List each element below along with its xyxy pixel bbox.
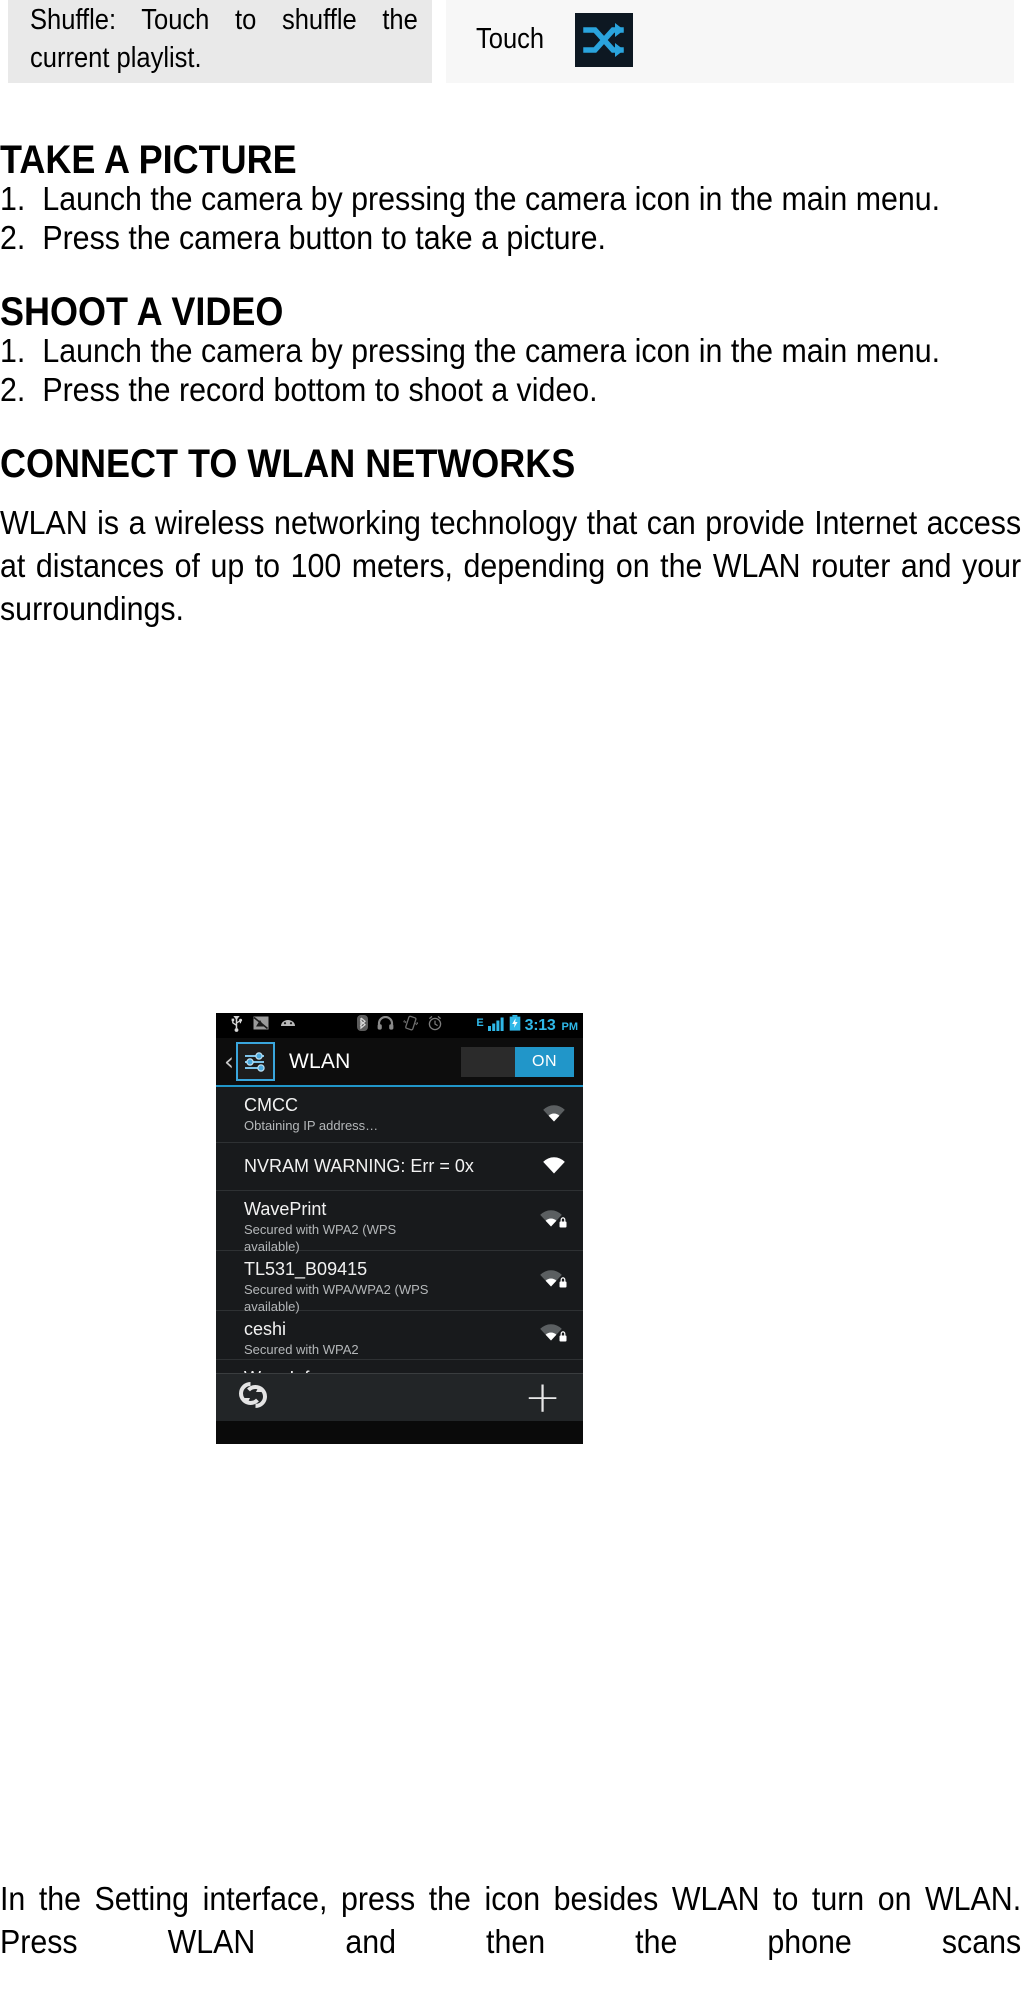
back-chevron-icon[interactable]: ‹: [224, 1049, 234, 1074]
list-item-text: Press the camera button to take a pictur…: [42, 218, 606, 256]
wlan-toggle[interactable]: ON: [461, 1046, 574, 1077]
list-item[interactable]: ceshi Secured with WPA2: [216, 1311, 583, 1360]
feature-table: Shuffle: Touch to shuffle the current pl…: [8, 0, 1014, 84]
battery-charging-icon: [509, 1015, 521, 1036]
wifi-status: Secured with WPA2: [244, 1341, 359, 1357]
list-item[interactable]: CMCC Obtaining IP address…: [216, 1087, 583, 1143]
wifi-ssid: WaveInfo: [244, 1368, 523, 1373]
scan-refresh-icon[interactable]: [238, 1380, 268, 1415]
heading-shoot-a-video: SHOOT A VIDEO: [0, 289, 284, 334]
status-bar-left-icons: [230, 1015, 297, 1037]
shuffle-icon: [575, 12, 634, 67]
signal-bars-icon: [487, 1016, 505, 1036]
closing-paragraph: In the Setting interface, press the icon…: [0, 1880, 1022, 1960]
steps-shoot-a-video: 1. Launch the camera by pressing the cam…: [0, 332, 1023, 410]
page-title: WLAN: [289, 1049, 351, 1073]
list-item: 1. Launch the camera by pressing the cam…: [0, 332, 1023, 371]
status-bar-right-indicators: E 3:13 PM: [476, 1015, 578, 1036]
bluetooth-icon: [357, 1015, 368, 1036]
list-item[interactable]: WaveInfo Secured with WPA: [216, 1360, 583, 1373]
steps-take-a-picture: 1. Launch the camera by pressing the cam…: [0, 180, 1023, 258]
vibrate-icon: [403, 1015, 419, 1036]
wifi-signal-locked-icon: [537, 1370, 569, 1374]
list-item-number: 1.: [0, 180, 26, 217]
table-cell-description: Shuffle: Touch to shuffle the current pl…: [8, 0, 432, 84]
list-item[interactable]: TL531_B09415 Secured with WPA/WPA2 (WPS …: [216, 1251, 583, 1314]
settings-sliders-icon[interactable]: [236, 1042, 275, 1081]
wifi-ssid: ceshi: [244, 1319, 287, 1339]
list-item: 1. Launch the camera by pressing the cam…: [0, 180, 1023, 219]
status-bar-ampm: PM: [561, 1020, 579, 1033]
wifi-signal-locked-icon: [537, 1206, 569, 1235]
bottom-action-bar: +: [216, 1373, 583, 1421]
wifi-network-list[interactable]: CMCC Obtaining IP address… NVRAM WARNING…: [216, 1087, 583, 1373]
wifi-signal-icon: [539, 1101, 569, 1128]
status-bar-mid-icons: [357, 1015, 443, 1036]
wifi-ssid: NVRAM WARNING: Err = 0x: [244, 1155, 474, 1176]
network-type-label: E: [476, 1017, 484, 1029]
wifi-ssid: WavePrint: [244, 1199, 327, 1219]
list-item-text: Launch the camera by pressing the camera…: [42, 180, 941, 217]
touch-label: Touch: [476, 23, 545, 56]
heading-take-a-picture: TAKE A PICTURE: [0, 138, 297, 182]
list-item[interactable]: WavePrint Secured with WPA2 (WPS availab…: [216, 1191, 583, 1254]
document-body: TAKE A PICTURE 1. Launch the camera by p…: [0, 140, 1023, 630]
wifi-signal-icon: [539, 1153, 569, 1180]
wifi-signal-locked-icon: [537, 1321, 569, 1350]
list-item[interactable]: NVRAM WARNING: Err = 0x: [216, 1143, 583, 1191]
android-icon: [279, 1017, 297, 1035]
list-item-text: Launch the camera by pressing the camera…: [42, 331, 941, 369]
list-item-number: 2.: [0, 218, 26, 256]
status-bar-clock: 3:13: [524, 1016, 556, 1034]
android-wlan-screenshot: E 3:13 PM ‹ WLAN ON CMCC Obtaining IP ad…: [216, 1013, 583, 1444]
usb-icon: [230, 1015, 243, 1037]
table-cell-action: Touch: [446, 0, 1014, 84]
wifi-ssid: TL531_B09415: [244, 1259, 368, 1279]
list-item: 2. Press the record bottom to shoot a vi…: [0, 371, 1023, 410]
list-item-text: Press the record bottom to shoot a video…: [42, 370, 598, 408]
list-item-number: 2.: [0, 370, 26, 408]
wifi-signal-locked-icon: [537, 1266, 569, 1295]
headset-icon: [377, 1015, 394, 1035]
plus-icon[interactable]: +: [524, 1375, 561, 1419]
action-bar: ‹ WLAN ON: [216, 1038, 583, 1087]
heading-gap: [0, 484, 1023, 502]
heading-connect-to-wlan-networks: CONNECT TO WLAN NETWORKS: [0, 441, 576, 486]
wlan-intro-paragraph: WLAN is a wireless networking technology…: [0, 503, 1022, 627]
wlan-toggle-label: ON: [515, 1046, 574, 1077]
status-bar: E 3:13 PM: [216, 1013, 583, 1038]
list-item: 2. Press the camera button to take a pic…: [0, 219, 1023, 258]
closing-text: In the Setting interface, press the icon…: [0, 1878, 1023, 1964]
list-item-number: 1.: [0, 331, 26, 369]
wifi-ssid: CMCC: [244, 1095, 298, 1115]
wifi-status: Obtaining IP address…: [244, 1117, 379, 1133]
shuffle-description: Shuffle: Touch to shuffle the current pl…: [30, 4, 418, 74]
alarm-icon: [427, 1015, 443, 1036]
no-sim-icon: [253, 1016, 269, 1035]
